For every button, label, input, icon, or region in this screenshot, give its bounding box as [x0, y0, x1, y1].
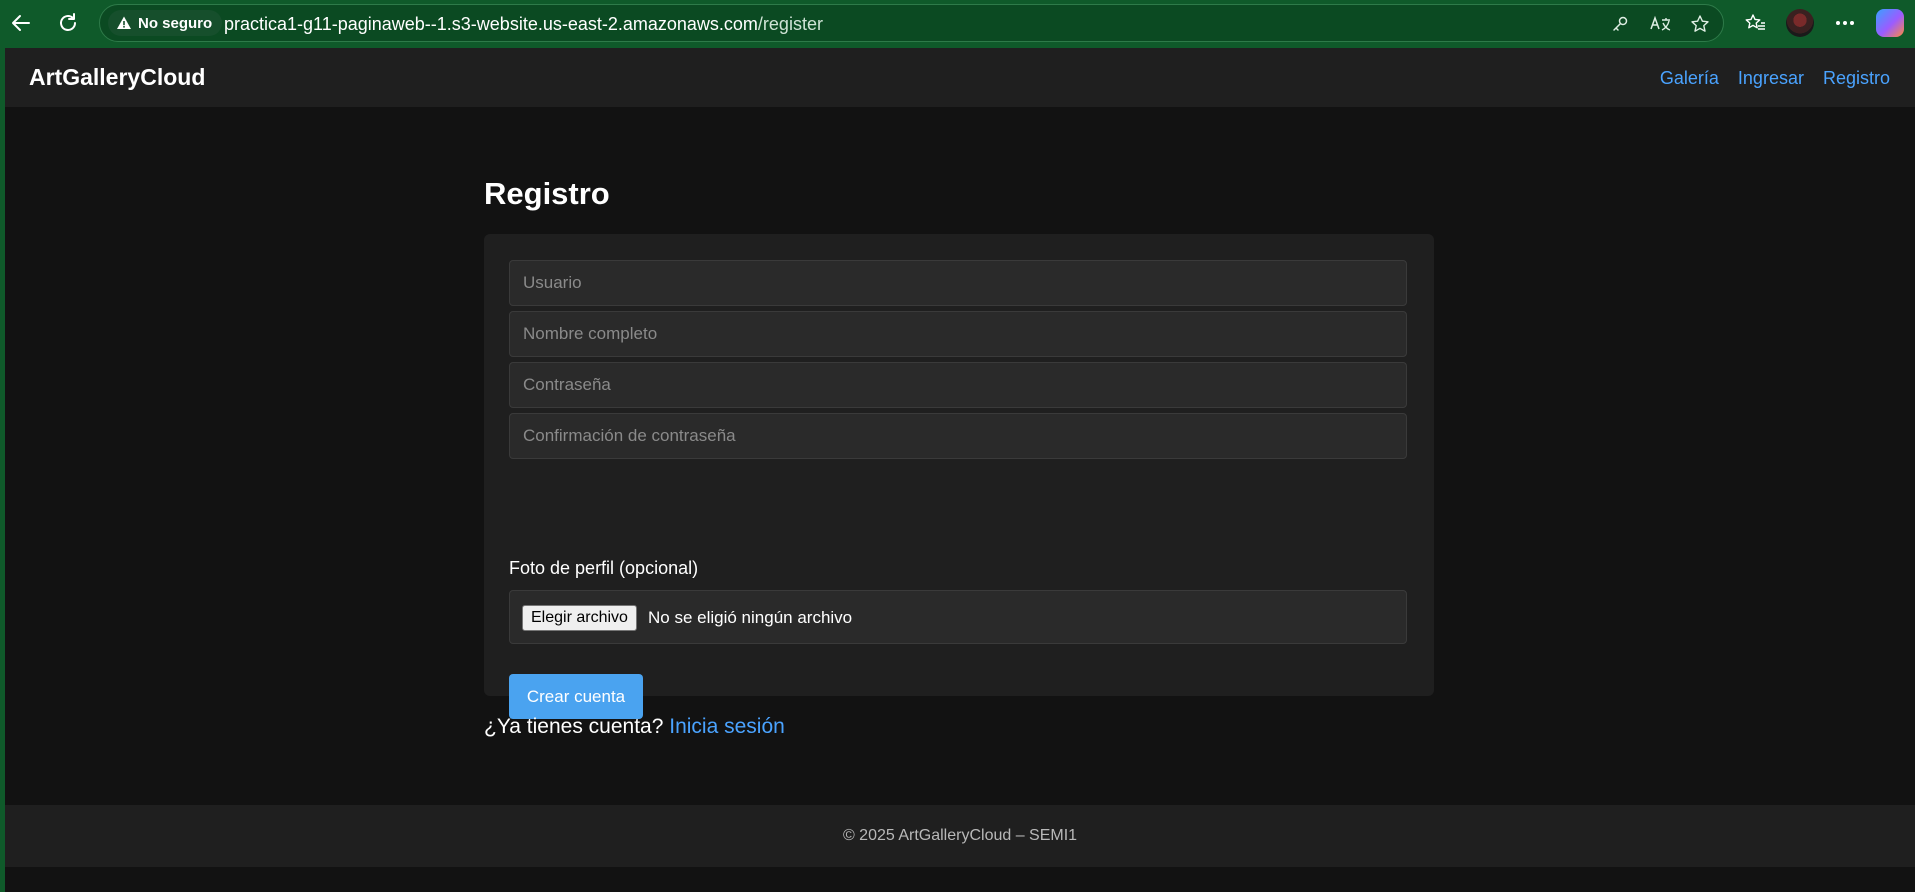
password-field[interactable]: [509, 362, 1407, 408]
warning-icon: [117, 16, 131, 29]
address-bar[interactable]: No seguro practica1-g11-paginaweb--1.s3-…: [99, 4, 1724, 42]
photo-file-input: Elegir archivo No se eligió ningún archi…: [509, 590, 1407, 644]
nav-link-galeria[interactable]: Galería: [1660, 68, 1719, 89]
photo-label: Foto de perfil (opcional): [509, 558, 699, 578]
url-text[interactable]: practica1-g11-paginaweb--1.s3-website.us…: [224, 14, 823, 35]
url-path: /register: [757, 14, 823, 34]
login-prompt: ¿Ya tienes cuenta?: [484, 715, 664, 738]
page-viewport: ArtGalleryCloud Galería Ingresar Registr…: [5, 48, 1915, 892]
favorite-star-icon[interactable]: [1687, 11, 1713, 37]
login-prompt-line: ¿Ya tienes cuenta? Inicia sesión: [484, 715, 785, 739]
create-account-button[interactable]: Crear cuenta: [509, 674, 643, 719]
favorites-icon[interactable]: [1740, 8, 1770, 38]
file-status: No se eligió ningún archivo: [648, 608, 853, 627]
security-indicator[interactable]: No seguro: [108, 10, 223, 36]
translate-icon[interactable]: [1647, 11, 1673, 37]
fullname-field[interactable]: [509, 311, 1407, 357]
site-footer: © 2025 ArtGalleryCloud – SEMI1: [5, 805, 1915, 867]
more-options-icon[interactable]: [1830, 8, 1860, 38]
choose-file-button[interactable]: Elegir archivo: [522, 605, 637, 631]
reload-button[interactable]: [53, 8, 83, 38]
register-form: Foto de perfil (opcional) Elegir archivo…: [484, 234, 1434, 719]
browser-tools: [1740, 8, 1904, 38]
back-arrow-icon: [12, 15, 30, 31]
username-field[interactable]: [509, 260, 1407, 306]
footer-text: © 2025 ArtGalleryCloud – SEMI1: [842, 827, 1078, 844]
key-icon[interactable]: [1607, 11, 1633, 37]
address-bar-actions: [1607, 11, 1713, 37]
copilot-icon[interactable]: [1876, 9, 1904, 37]
page-title: Registro: [484, 176, 610, 211]
site-header: ArtGalleryCloud Galería Ingresar Registr…: [5, 48, 1915, 107]
login-link[interactable]: Inicia sesión: [669, 715, 785, 738]
back-button[interactable]: [6, 8, 36, 38]
profile-avatar[interactable]: [1786, 9, 1814, 37]
url-host: practica1-g11-paginaweb--1.s3-website.us…: [224, 14, 758, 34]
brand-logo[interactable]: ArtGalleryCloud: [29, 64, 205, 91]
browser-toolbar: No seguro practica1-g11-paginaweb--1.s3-…: [0, 0, 1915, 46]
security-label: No seguro: [138, 14, 213, 32]
site-nav: Galería Ingresar Registro: [1660, 68, 1890, 89]
confirm-password-field[interactable]: [509, 413, 1407, 459]
nav-link-ingresar[interactable]: Ingresar: [1738, 68, 1804, 89]
reload-icon: [60, 13, 76, 31]
nav-link-registro[interactable]: Registro: [1823, 68, 1890, 89]
